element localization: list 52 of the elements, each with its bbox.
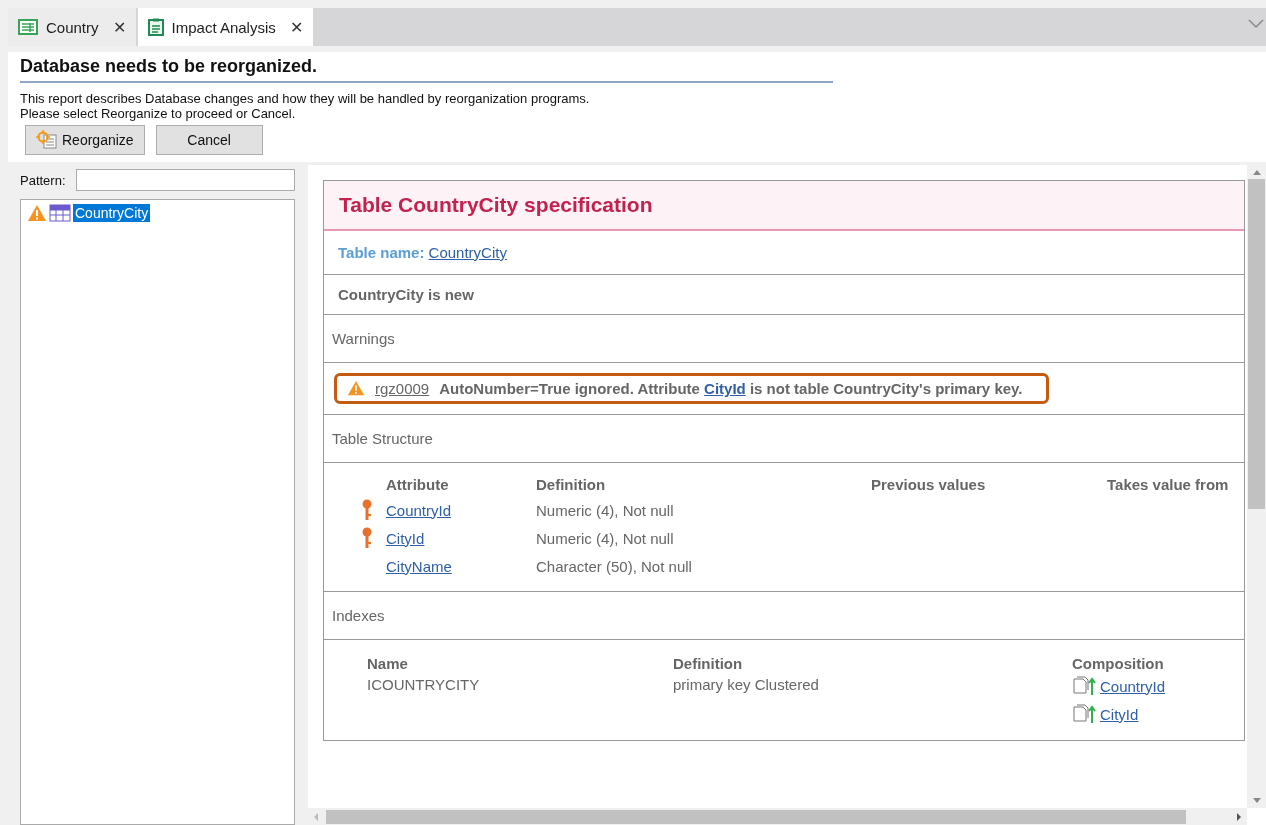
table-cell-text: Numeric (4), Not null — [536, 501, 675, 519]
table-name-label: Table name: — [338, 244, 425, 261]
tab-label: Impact Analysis — [171, 18, 276, 36]
column-header: Composition — [1072, 655, 1165, 672]
warning-message: AutoNumber=True ignored. Attribute CityId is not table CountryCity's primary key. — [439, 380, 1023, 397]
tree-item[interactable]: CountryCity — [73, 204, 151, 222]
tab[interactable]: Country ✕ — [8, 8, 136, 46]
reorganize-icon — [36, 130, 58, 150]
column-header: Previous values — [871, 476, 987, 493]
horizontal-scrollbar[interactable] — [308, 808, 1247, 825]
attribute-link[interactable]: CountryId — [1100, 677, 1166, 695]
attribute-link[interactable]: CityId — [704, 380, 746, 397]
warning-code-link[interactable]: rgz0009 — [375, 380, 430, 397]
page-title: Database needs to be reorganized. — [20, 56, 833, 83]
pattern-label: Pattern: — [20, 172, 66, 188]
document-icon — [147, 18, 164, 36]
column-header: Attribute — [385, 476, 450, 493]
card-title: Table CountryCity specification — [324, 181, 1244, 231]
column-header: Definition — [536, 476, 607, 493]
attribute-link[interactable]: CountryId — [386, 501, 452, 519]
toolbar-button[interactable]: Cancel — [155, 125, 263, 155]
pattern-field[interactable] — [75, 169, 295, 191]
attribute-link[interactable]: CityId — [386, 529, 425, 547]
column-header: Takes value from — [1107, 476, 1230, 493]
close-icon[interactable]: ✕ — [289, 17, 303, 37]
description: This report describes Database changes and how they will be handled by reorganization programs. Please select Reorganize to proceed or Cancel. — [20, 91, 591, 121]
table-cell-text: Numeric (4), Not null — [536, 529, 675, 547]
status-text: CountryCity is new — [338, 286, 474, 303]
table-cell-text: Character (50), Not null — [536, 557, 693, 575]
table-name-link[interactable]: CountryCity — [428, 244, 507, 261]
toolbar-button[interactable]: Reorganize — [25, 125, 145, 155]
key-icon — [361, 499, 373, 521]
index-column-icon — [1072, 704, 1096, 724]
warning-icon — [347, 380, 365, 397]
table-cell-text: primary key Clustered — [673, 676, 820, 693]
table-icon — [49, 204, 71, 222]
tab-label: Country — [46, 18, 99, 36]
column-header: Name — [367, 655, 409, 672]
scroll-right-icon[interactable] — [1235, 811, 1243, 822]
scroll-left-icon[interactable] — [312, 811, 320, 822]
index-column-icon — [1072, 676, 1096, 696]
column-header: Definition — [673, 655, 744, 672]
chevron-down-icon[interactable] — [1248, 18, 1264, 30]
close-icon[interactable]: ✕ — [112, 17, 126, 37]
table-cell-text: ICOUNTRYCITY — [367, 676, 481, 693]
tab[interactable]: Impact Analysis ✕ — [137, 8, 313, 46]
warning-icon — [27, 204, 47, 222]
attribute-link[interactable]: CityName — [386, 557, 452, 575]
vertical-scrollbar[interactable] — [1247, 165, 1266, 808]
key-icon — [361, 527, 373, 549]
attribute-link[interactable]: CityId — [1100, 705, 1139, 723]
table-icon — [18, 19, 38, 35]
